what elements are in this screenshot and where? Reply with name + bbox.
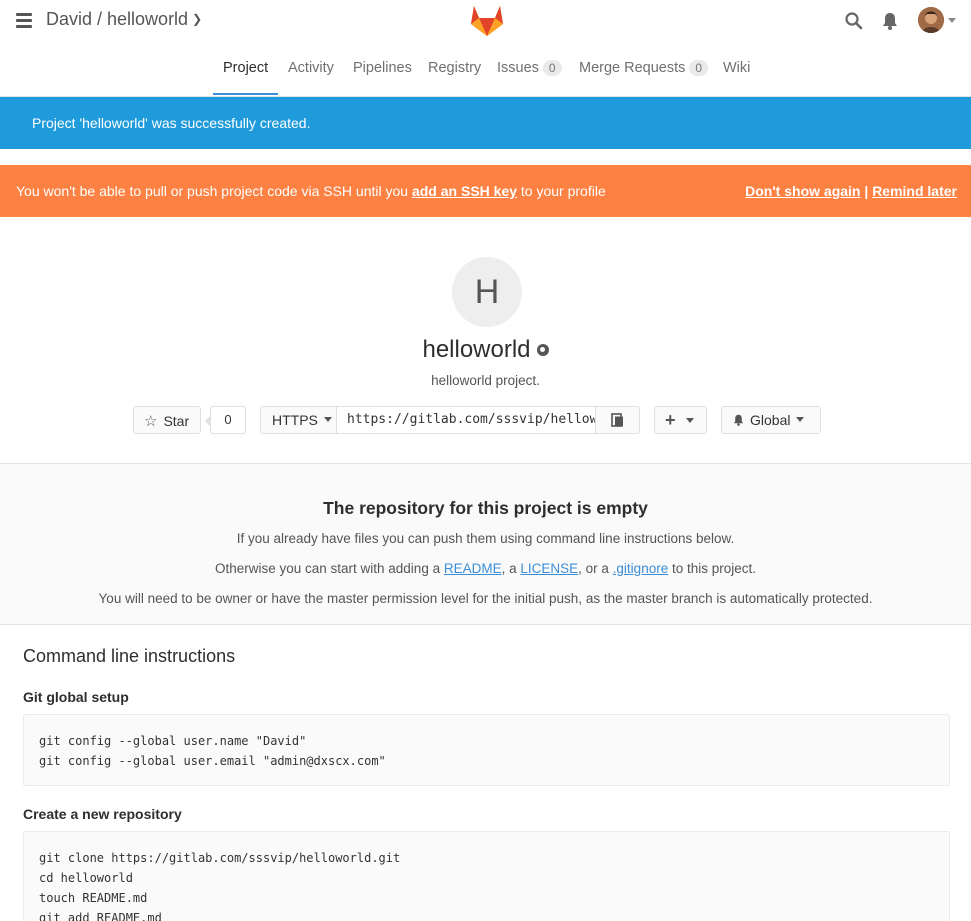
clone-url-input[interactable]: https://gitlab.com/sssvip/helloworld.git xyxy=(336,406,596,434)
ssh-warning-actions: Don't show again | Remind later xyxy=(745,183,957,199)
line2-after: to this project. xyxy=(668,561,757,576)
project-nav: Project Activity Pipelines Registry Issu… xyxy=(0,42,971,97)
tab-merge-requests[interactable]: Merge Requests 0 xyxy=(579,60,709,76)
project-avatar: H xyxy=(452,257,522,327)
ssh-actions-separator: | xyxy=(860,183,873,199)
empty-repo-line-2: Otherwise you can start with adding a RE… xyxy=(0,561,971,576)
tab-pipelines[interactable]: Pipelines xyxy=(353,60,412,76)
caret-down-icon xyxy=(685,418,694,423)
remind-later-link[interactable]: Remind later xyxy=(872,183,957,199)
clone-protocol-dropdown[interactable]: HTTPS xyxy=(260,406,337,434)
clone-protocol-label: HTTPS xyxy=(272,412,318,428)
new-item-dropdown[interactable]: + xyxy=(654,406,707,434)
breadcrumb[interactable]: David / helloworld ❯ xyxy=(46,9,202,30)
top-header: David / helloworld ❯ xyxy=(0,0,971,42)
bell-icon xyxy=(733,414,744,426)
issues-count-badge: 0 xyxy=(542,60,562,76)
success-flash-text: Project 'helloworld' was successfully cr… xyxy=(32,115,311,131)
project-description: helloworld project. xyxy=(431,373,540,388)
line2-comma: , a xyxy=(501,561,521,576)
project-name: helloworld xyxy=(422,336,531,363)
notification-level-label: Global xyxy=(750,412,791,428)
tab-registry[interactable]: Registry xyxy=(428,60,481,76)
star-button[interactable]: ☆ Star xyxy=(133,406,201,434)
empty-repo-notice: The repository for this project is empty… xyxy=(0,463,971,625)
tab-merge-requests-label: Merge Requests xyxy=(579,60,686,76)
bell-icon[interactable] xyxy=(880,11,900,31)
empty-repo-title: The repository for this project is empty xyxy=(323,498,648,518)
tab-activity[interactable]: Activity xyxy=(288,60,334,76)
clipboard-icon xyxy=(611,413,623,427)
readme-link[interactable]: README xyxy=(444,561,502,576)
menu-icon[interactable] xyxy=(16,13,32,28)
project-title: helloworld xyxy=(0,336,971,364)
active-tab-indicator xyxy=(213,93,278,95)
public-globe-icon xyxy=(536,344,549,356)
dont-show-again-link[interactable]: Don't show again xyxy=(745,183,860,199)
global-setup-title: Git global setup xyxy=(23,689,129,705)
notification-level-dropdown[interactable]: Global xyxy=(721,406,821,434)
star-label: Star xyxy=(163,413,190,429)
star-icon: ☆ xyxy=(144,413,158,430)
empty-repo-line-3: You will need to be owner or have the ma… xyxy=(98,591,873,606)
plus-icon: + xyxy=(665,410,676,430)
success-flash: Project 'helloworld' was successfully cr… xyxy=(0,97,971,149)
search-icon[interactable] xyxy=(844,11,864,31)
tab-wiki[interactable]: Wiki xyxy=(723,60,750,76)
new-repo-title: Create a new repository xyxy=(23,806,182,822)
empty-repo-line-1: If you already have files you can push t… xyxy=(236,531,735,546)
cli-title: Command line instructions xyxy=(23,646,236,666)
license-link[interactable]: LICENSE xyxy=(520,561,578,576)
line2-or: , or a xyxy=(578,561,613,576)
avatar-caret-icon[interactable] xyxy=(948,18,956,23)
merge-requests-count-badge: 0 xyxy=(689,60,709,76)
ssh-warning-text-after: to your profile xyxy=(517,183,606,199)
tab-issues-label: Issues xyxy=(497,60,539,76)
caret-down-icon xyxy=(323,417,332,422)
star-count[interactable]: 0 xyxy=(205,406,246,434)
copy-url-button[interactable] xyxy=(595,406,640,434)
gitignore-link[interactable]: .gitignore xyxy=(613,561,669,576)
tab-project[interactable]: Project xyxy=(223,60,268,76)
ssh-warning-text-before: You won't be able to pull or push projec… xyxy=(16,183,412,199)
gitlab-logo[interactable] xyxy=(469,3,505,37)
new-repo-code[interactable]: git clone https://gitlab.com/sssvip/hell… xyxy=(23,831,950,921)
user-avatar[interactable] xyxy=(918,7,944,33)
global-setup-code[interactable]: git config --global user.name "David" gi… xyxy=(23,714,950,786)
tab-issues[interactable]: Issues 0 xyxy=(497,60,562,76)
line2-before: Otherwise you can start with adding a xyxy=(214,561,444,576)
add-ssh-key-link[interactable]: add an SSH key xyxy=(412,183,517,199)
chevron-down-icon[interactable]: ❯ xyxy=(192,12,202,26)
breadcrumb-text[interactable]: David / helloworld xyxy=(46,9,188,29)
caret-down-icon xyxy=(796,417,805,422)
ssh-warning-flash: You won't be able to pull or push projec… xyxy=(0,165,971,217)
